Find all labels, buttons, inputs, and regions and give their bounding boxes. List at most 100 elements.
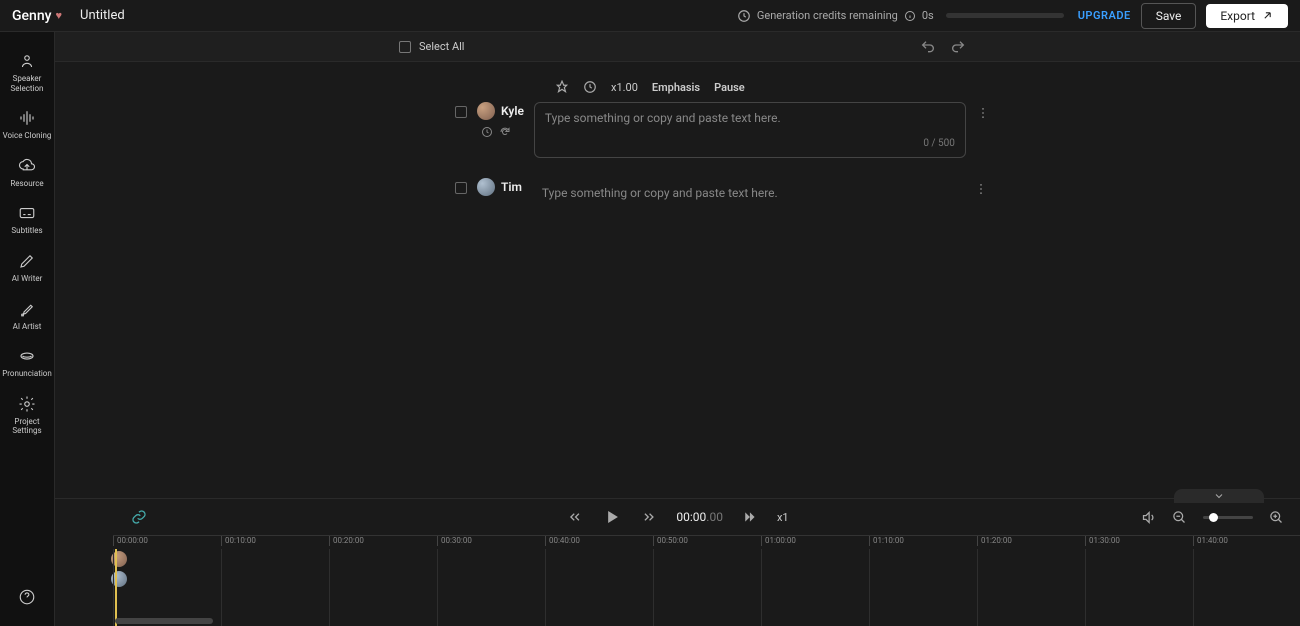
pen-icon — [18, 252, 36, 270]
playback-speed[interactable]: x1 — [777, 511, 789, 524]
history-icon[interactable] — [481, 126, 493, 138]
speaker-avatar[interactable] — [477, 178, 495, 196]
speed-value[interactable]: x1.00 — [611, 81, 638, 94]
track-gridline — [1193, 549, 1194, 626]
fast-forward-icon[interactable] — [743, 510, 757, 524]
track-gridline — [1085, 549, 1086, 626]
more-icon[interactable] — [976, 106, 990, 120]
text-input-box[interactable]: Type something or copy and paste text he… — [532, 178, 964, 208]
skip-back-icon[interactable] — [566, 509, 582, 525]
speech-block: Tim Type something or copy and paste tex… — [455, 178, 1300, 208]
volume-icon[interactable] — [1141, 510, 1156, 525]
project-title[interactable]: Untitled — [80, 8, 125, 23]
sidebar-item-project-settings[interactable]: Project Settings — [2, 387, 52, 444]
select-all-checkbox[interactable] — [399, 41, 411, 53]
credits-remaining: Generation credits remaining 0s — [737, 9, 1064, 23]
sidebar-label: Pronunciation — [2, 369, 52, 379]
more-icon[interactable] — [974, 182, 988, 196]
track-gridline — [329, 549, 330, 626]
ruler-tick: 01:40:00 — [1193, 536, 1228, 546]
track-gridline — [437, 549, 438, 626]
text-placeholder: Type something or copy and paste text he… — [545, 111, 955, 125]
timeline-ruler[interactable]: 00:00:0000:10:0000:20:0000:30:0000:40:00… — [113, 535, 1300, 549]
select-all-label[interactable]: Select All — [419, 40, 464, 53]
ruler-tick: 00:50:00 — [653, 536, 688, 546]
timeline-track-area[interactable] — [113, 549, 1300, 626]
track-gridline — [869, 549, 870, 626]
speaker-name[interactable]: Kyle — [501, 104, 524, 118]
chevron-down-icon — [1213, 490, 1225, 502]
gear-icon — [18, 395, 36, 413]
zoom-handle[interactable] — [1209, 513, 1218, 522]
sidebar-item-pronunciation[interactable]: Pronunciation — [2, 339, 52, 387]
export-label: Export — [1220, 9, 1255, 23]
skip-forward-icon[interactable] — [640, 509, 656, 525]
sidebar-label: Resource — [10, 179, 43, 189]
credits-value: 0s — [922, 9, 934, 22]
zoom-in-icon[interactable] — [1269, 510, 1284, 525]
info-icon[interactable] — [904, 10, 916, 22]
zoom-slider[interactable] — [1203, 516, 1253, 519]
block-checkbox[interactable] — [455, 182, 467, 194]
upgrade-link[interactable]: UPGRADE — [1078, 9, 1131, 22]
voice-cloning-icon — [18, 109, 36, 127]
sidebar-item-ai-artist[interactable]: AI Artist — [2, 292, 52, 340]
text-input-box[interactable]: Type something or copy and paste text he… — [534, 102, 966, 158]
playhead[interactable] — [115, 549, 117, 626]
sidebar-label: Voice Cloning — [3, 131, 52, 141]
sidebar-item-ai-writer[interactable]: AI Writer — [2, 244, 52, 292]
sidebar-label: AI Writer — [12, 274, 43, 284]
sidebar-item-speaker-selection[interactable]: Speaker Selection — [2, 44, 52, 101]
save-button[interactable]: Save — [1141, 3, 1197, 29]
play-icon[interactable] — [602, 508, 620, 526]
credits-label: Generation credits remaining — [757, 9, 898, 22]
sidebar-item-resource[interactable]: Resource — [2, 149, 52, 197]
ruler-tick: 00:10:00 — [221, 536, 256, 546]
heart-icon: ♥ — [55, 9, 62, 22]
regenerate-icon[interactable] — [499, 126, 511, 138]
text-placeholder: Type something or copy and paste text he… — [542, 186, 954, 200]
clock-icon — [737, 9, 751, 23]
block-checkbox[interactable] — [455, 106, 467, 118]
ruler-tick: 00:30:00 — [437, 536, 472, 546]
brush-icon — [18, 300, 36, 318]
timeline-scrollbar[interactable] — [115, 618, 213, 624]
link-icon[interactable] — [131, 509, 147, 525]
logo-text: Genny — [12, 8, 51, 24]
speech-block: Kyle Type something or copy and paste te… — [455, 102, 1300, 158]
timeline-collapse[interactable] — [1174, 489, 1264, 503]
ruler-tick: 01:30:00 — [1085, 536, 1120, 546]
track-gridline — [221, 549, 222, 626]
speed-icon[interactable] — [583, 80, 597, 94]
ruler-tick: 00:00:00 — [113, 536, 148, 546]
pause-button[interactable]: Pause — [714, 81, 745, 94]
track-gridline — [761, 549, 762, 626]
sidebar-label: Subtitles — [11, 226, 42, 236]
sidebar-label: Speaker Selection — [2, 74, 52, 93]
track-gridline — [977, 549, 978, 626]
external-link-icon — [1261, 9, 1274, 22]
sidebar-label: Project Settings — [2, 417, 52, 436]
sidebar-item-help[interactable] — [2, 580, 52, 614]
speaker-avatar[interactable] — [477, 102, 495, 120]
pin-icon[interactable] — [555, 80, 569, 94]
timecode: 00:00.00 — [676, 510, 723, 524]
emphasis-button[interactable]: Emphasis — [652, 81, 700, 94]
mouth-icon — [18, 347, 36, 365]
redo-icon[interactable] — [950, 39, 966, 55]
speaker-selection-icon — [18, 52, 36, 70]
export-button[interactable]: Export — [1206, 4, 1288, 28]
ruler-tick: 01:00:00 — [761, 536, 796, 546]
track-gridline — [653, 549, 654, 626]
ruler-tick: 01:20:00 — [977, 536, 1012, 546]
subtitles-icon — [18, 204, 36, 222]
sidebar-item-subtitles[interactable]: Subtitles — [2, 196, 52, 244]
track-gridline — [545, 549, 546, 626]
undo-icon[interactable] — [920, 39, 936, 55]
zoom-out-icon[interactable] — [1172, 510, 1187, 525]
sidebar-label: AI Artist — [13, 322, 42, 332]
speaker-name[interactable]: Tim — [501, 180, 522, 194]
app-logo[interactable]: Genny ♥ — [12, 8, 62, 24]
sidebar-item-voice-cloning[interactable]: Voice Cloning — [2, 101, 52, 149]
help-icon — [18, 588, 36, 606]
